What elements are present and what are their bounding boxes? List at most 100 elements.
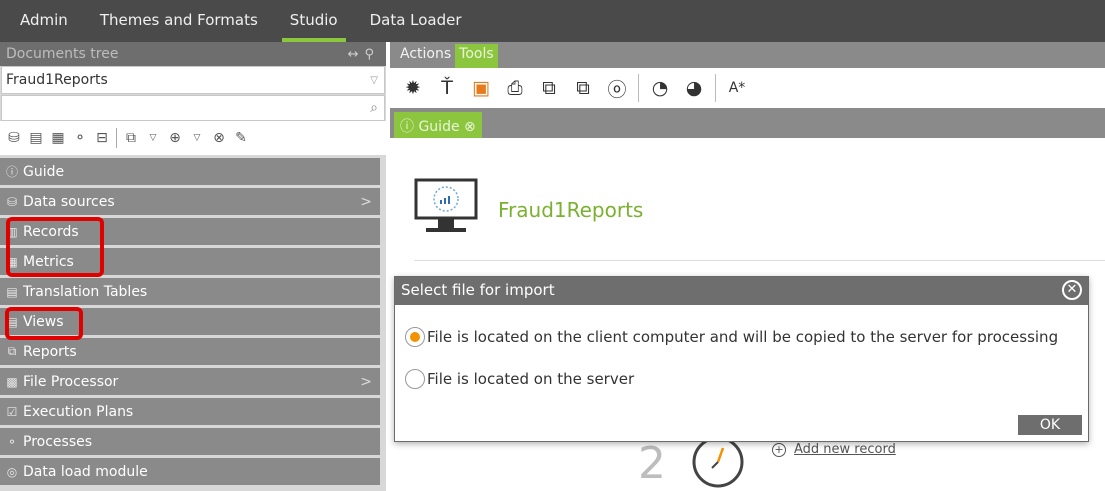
- radio-option-label: File is located on the server: [427, 370, 635, 388]
- tree-item-records[interactable]: ▥ Records: [0, 218, 380, 245]
- tree-item-translation-tables[interactable]: ▤ Translation Tables: [0, 278, 380, 305]
- tree-item-label: Processes: [23, 433, 93, 450]
- import-icon[interactable]: ⧉: [570, 77, 596, 99]
- module-icon: ◎: [6, 464, 18, 479]
- web-service-icon[interactable]: ◔: [647, 77, 673, 99]
- content-divider: [414, 260, 1105, 261]
- toolbar-separator: [715, 74, 716, 102]
- tree-item-label: Guide: [23, 163, 65, 180]
- guide-tab-label: Guide: [418, 119, 460, 135]
- grid-icon[interactable]: ▦: [50, 130, 66, 146]
- tools-icon-bar: ✹ Ť ▣ ⎙ ⧉ ⧉ ⓞ ◔ ◕ A*: [390, 68, 1105, 108]
- table-icon: ▤: [6, 284, 18, 299]
- tree-item-processes[interactable]: ⚬ Processes: [0, 428, 380, 455]
- search-icon[interactable]: ⌕: [370, 100, 378, 116]
- database-icon[interactable]: ⛁: [6, 130, 22, 146]
- dialog-title: Select file for import: [401, 281, 555, 299]
- records-icon: ▥: [6, 224, 18, 239]
- tree-item-execution-plans[interactable]: ☑ Execution Plans: [0, 398, 380, 425]
- table-icon[interactable]: ⊟: [94, 130, 110, 146]
- info-circle-icon: ⓘ: [400, 119, 414, 135]
- tree-item-label: Views: [23, 313, 64, 330]
- document-select[interactable]: Fraud1Reports ▽: [1, 66, 385, 94]
- documents-tree-panel: Documents tree ↔⚲ Fraud1Reports ▽ ⌕ ⛁ ▤ …: [0, 42, 386, 491]
- chevron-down-icon[interactable]: ▽: [189, 133, 205, 143]
- tree-item-label: Reports: [23, 343, 77, 360]
- tree-item-label: Data sources: [23, 193, 115, 210]
- process-icon: ⚬: [6, 434, 18, 449]
- tree-toolbar: ⛁ ▤ ▦ ⚬ ⊟ ⧉ ▽ ⊕ ▽ ⊗ ✎: [0, 121, 386, 155]
- radio-button-client[interactable]: [405, 327, 425, 347]
- radio-option-server[interactable]: File is located on the server: [405, 369, 634, 389]
- tree-item-label: Metrics: [23, 253, 74, 270]
- tab-guide[interactable]: ⓘ Guide ⊗: [394, 112, 482, 138]
- panel-header-icons: ↔⚲: [348, 47, 380, 62]
- toolbar-separator: [116, 128, 117, 148]
- add-circle-icon[interactable]: ⊕: [167, 130, 183, 146]
- resize-horizontal-icon[interactable]: ↔: [348, 47, 365, 62]
- stack-icon[interactable]: ⓞ: [604, 75, 630, 102]
- tree-item-file-processor[interactable]: ▩ File Processor >: [0, 368, 380, 395]
- tree-item-data-load-module[interactable]: ◎ Data load module: [0, 458, 380, 485]
- close-icon[interactable]: ✕: [1062, 280, 1082, 300]
- remove-circle-icon[interactable]: ⊗: [211, 130, 227, 146]
- chip-icon: ▩: [6, 374, 18, 389]
- tree-item-reports[interactable]: ⧉ Reports: [0, 338, 380, 365]
- monitor-icon: [414, 178, 478, 232]
- tree-item-views[interactable]: ▤ Views: [0, 308, 380, 335]
- edit-pencil-icon[interactable]: ✎: [233, 130, 249, 146]
- tree-search-input[interactable]: ⌕: [1, 95, 385, 121]
- add-new-record-label: Add new record: [794, 442, 896, 457]
- tree-item-data-sources[interactable]: ⛁ Data sources >: [0, 188, 380, 215]
- radio-option-client[interactable]: File is located on the client computer a…: [405, 327, 1058, 347]
- pin-icon[interactable]: ⚲: [364, 47, 380, 62]
- translate-icon[interactable]: A*: [724, 80, 750, 96]
- tab-data-loader[interactable]: Data Loader: [354, 0, 478, 42]
- tab-admin[interactable]: Admin: [0, 0, 84, 42]
- guide-tab-strip: ⓘ Guide ⊗: [390, 108, 1105, 138]
- actions-tools-tabs: Actions Tools: [390, 42, 1105, 68]
- close-tab-icon[interactable]: ⊗: [464, 119, 476, 135]
- tab-themes-and-formats[interactable]: Themes and Formats: [84, 0, 274, 42]
- toolbar-separator: [638, 74, 639, 102]
- report-icon[interactable]: ⧉: [123, 130, 139, 146]
- chevron-right-icon[interactable]: >: [360, 194, 372, 210]
- tree-item-label: File Processor: [23, 373, 119, 390]
- tab-tools[interactable]: Tools: [455, 44, 498, 68]
- report-icon: ⧉: [7, 344, 17, 358]
- tree-item-metrics[interactable]: ▦ Metrics: [0, 248, 380, 275]
- tree-item-label: Records: [23, 223, 79, 240]
- chevron-down-icon[interactable]: ▽: [145, 133, 161, 143]
- tree-item-guide[interactable]: ⓘ Guide: [0, 158, 380, 185]
- document-title: Fraud1Reports: [498, 198, 644, 222]
- ok-button[interactable]: OK: [1018, 415, 1082, 435]
- chevron-right-icon[interactable]: >: [360, 374, 372, 390]
- export-icon[interactable]: ⧉: [536, 77, 562, 99]
- tree-item-label: Data load module: [23, 463, 148, 480]
- tab-studio[interactable]: Studio: [274, 0, 354, 42]
- document-select-value: Fraud1Reports: [6, 72, 108, 88]
- info-circle-icon: ⓘ: [5, 165, 18, 179]
- tab-actions[interactable]: Actions: [396, 44, 455, 68]
- radio-button-server[interactable]: [405, 369, 425, 389]
- print-document-icon[interactable]: ⎙: [502, 77, 528, 99]
- dropdown-arrow-icon: ▽: [370, 74, 378, 86]
- settings-sun-icon[interactable]: ✹: [400, 77, 426, 99]
- tool-icon[interactable]: Ť: [434, 77, 460, 99]
- process-icon[interactable]: ⚬: [72, 130, 88, 146]
- tree-item-label: Translation Tables: [23, 283, 148, 300]
- top-navigation: Admin Themes and Formats Studio Data Loa…: [0, 0, 1105, 42]
- grid-icon: ▦: [6, 254, 18, 269]
- view-icon: ▤: [6, 314, 18, 329]
- checkbox-icon: ☑: [6, 404, 18, 419]
- document-edit-icon[interactable]: ▣: [468, 77, 494, 99]
- select-file-dialog: Select file for import ✕ File is located…: [394, 276, 1089, 442]
- add-circle-icon: +: [772, 443, 786, 457]
- add-new-record-link[interactable]: + Add new record: [772, 442, 896, 457]
- documents-tree-title: Documents tree: [6, 46, 119, 62]
- tree-item-label: Execution Plans: [23, 403, 134, 420]
- records-icon[interactable]: ▤: [28, 130, 44, 146]
- radio-option-label: File is located on the client computer a…: [427, 328, 1059, 346]
- dialog-header: Select file for import ✕: [395, 277, 1088, 305]
- web-edit-icon[interactable]: ◕: [681, 77, 707, 99]
